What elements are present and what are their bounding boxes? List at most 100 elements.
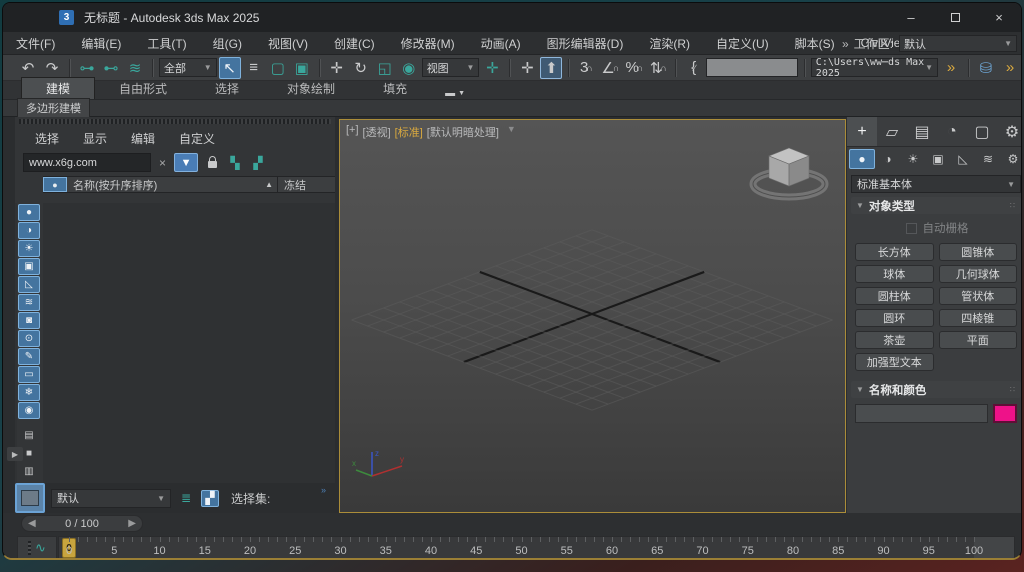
primitive-category-select[interactable]: 标准基本体 ▼ xyxy=(851,175,1021,193)
tab-hierarchy[interactable]: ▤ xyxy=(907,117,937,146)
spinner-snap-toggle[interactable]: ⇅ ∩ xyxy=(647,57,669,79)
tab-motion[interactable]: ◔ xyxy=(937,117,967,146)
menu-item-2[interactable]: 工具(T) xyxy=(134,32,199,55)
filter-helpers-button[interactable]: ◺ xyxy=(18,276,40,293)
use-center-button[interactable]: ✛ xyxy=(481,57,503,79)
filter-xrefs-button[interactable]: ⊙ xyxy=(18,330,40,347)
explorer-menu-3[interactable]: 自定义 xyxy=(169,128,225,149)
mini-curve-editor-button[interactable]: ∿ xyxy=(17,536,57,558)
object-type-rollout[interactable]: ▼ 对象类型 ∷ xyxy=(851,197,1021,214)
menu-item-1[interactable]: 编辑(E) xyxy=(68,32,134,55)
select-manipulate-button[interactable]: ✛ xyxy=(516,57,538,79)
ribbon-panel-polymodeling[interactable]: 多边形建模 xyxy=(17,98,90,118)
explorer-menu-1[interactable]: 显示 xyxy=(73,128,117,149)
workspace-select[interactable]: 默认 ▼ xyxy=(899,35,1017,52)
toolbar-overflow-chevron[interactable]: » xyxy=(940,57,962,79)
bind-spacewarp-button[interactable]: ≋ xyxy=(124,57,146,79)
name-color-rollout[interactable]: ▼ 名称和颜色 ∷ xyxy=(851,381,1021,398)
percent-snap-toggle[interactable]: % ∩ xyxy=(623,57,645,79)
lock-icon[interactable] xyxy=(203,154,221,171)
selection-filter-select[interactable]: 全部 ▼ xyxy=(159,58,217,77)
filter-funnel-button[interactable]: ▼ xyxy=(174,153,199,172)
isolate-selection-button[interactable]: ▞ xyxy=(201,489,219,507)
primitive-button-3[interactable]: 几何球体 xyxy=(938,265,1017,283)
rectangular-region-button[interactable]: ▢ xyxy=(267,57,289,79)
link-button[interactable]: ⊶ xyxy=(76,57,98,79)
ribbon-tab-1[interactable]: 自由形式 xyxy=(95,78,191,99)
timeline-grip[interactable] xyxy=(28,541,32,555)
menu-item-4[interactable]: 视图(V) xyxy=(255,32,321,55)
viewport-shading-menu[interactable]: [默认明暗处理] xyxy=(427,124,499,140)
filter-shapes-button[interactable]: ◑ xyxy=(18,222,40,239)
select-place-button[interactable]: ◉ xyxy=(398,57,420,79)
frozen-column-header[interactable]: 冻结 xyxy=(277,177,335,192)
keyboard-override-toggle[interactable]: ⬆ xyxy=(540,56,563,79)
primitive-button-0[interactable]: 长方体 xyxy=(855,243,934,261)
select-object-button[interactable]: ↖ xyxy=(218,56,241,79)
explorer-search-input[interactable]: www.x6g.com xyxy=(23,153,151,172)
primitive-button-4[interactable]: 圆柱体 xyxy=(855,287,934,305)
object-color-swatch[interactable] xyxy=(993,404,1017,423)
redo-button[interactable]: ↷ xyxy=(41,57,63,79)
primitive-button-6[interactable]: 圆环 xyxy=(855,309,934,327)
explorer-object-list[interactable] xyxy=(43,203,335,483)
undo-button[interactable]: ↶ xyxy=(17,57,39,79)
menu-overflow-chevron[interactable]: » xyxy=(842,37,849,51)
category-systems-button[interactable]: ⚙ xyxy=(1001,149,1021,169)
category-shapes-button[interactable]: ◑ xyxy=(876,149,900,169)
viewcube[interactable] xyxy=(747,140,831,206)
frame-next-icon[interactable]: ▶ xyxy=(128,518,136,529)
menu-item-5[interactable]: 创建(C) xyxy=(321,32,388,55)
menu-item-0[interactable]: 文件(F) xyxy=(3,32,68,55)
viewport-label[interactable]: [+] [透视] [标准] [默认明暗处理] ▼ xyxy=(346,124,516,140)
primitive-button-10[interactable]: 加强型文本 xyxy=(855,353,934,371)
close-button[interactable]: × xyxy=(977,3,1021,32)
ribbon-tab-0[interactable]: 建模 xyxy=(21,77,96,99)
select-rotate-button[interactable]: ↻ xyxy=(350,57,372,79)
primitive-button-7[interactable]: 四棱锥 xyxy=(938,309,1017,327)
category-helpers-button[interactable]: ◺ xyxy=(951,149,975,169)
snap-3d-toggle[interactable]: 3 ∩ xyxy=(575,57,597,79)
primitive-button-9[interactable]: 平面 xyxy=(938,331,1017,349)
named-selection-set-input[interactable] xyxy=(706,58,798,77)
object-name-input[interactable] xyxy=(855,404,988,423)
tab-modify[interactable]: ▱ xyxy=(877,117,907,146)
clear-search-icon[interactable]: × xyxy=(156,156,169,170)
viewport-filter-icon[interactable]: ▼ xyxy=(507,124,516,140)
filter-geometry-button[interactable]: ● xyxy=(18,204,40,221)
perspective-viewport[interactable]: z y x [+] [透视] [标准] [默认明暗处理] ▼ xyxy=(339,119,846,513)
menu-item-9[interactable]: 渲染(R) xyxy=(636,32,703,55)
layers-icon[interactable]: ≣ xyxy=(177,490,195,507)
menu-item-8[interactable]: 图形编辑器(D) xyxy=(534,32,637,55)
tree-view-button[interactable]: ▚ xyxy=(226,154,244,171)
coord-system-select[interactable]: 视图 ▼ xyxy=(421,58,480,77)
primitive-button-8[interactable]: 茶壶 xyxy=(855,331,934,349)
category-spacewarps-button[interactable]: ≋ xyxy=(976,149,1000,169)
type-column-header[interactable]: ● xyxy=(43,177,67,192)
primitive-button-1[interactable]: 圆锥体 xyxy=(938,243,1017,261)
filter-lights-button[interactable]: ☀ xyxy=(18,240,40,257)
project-path-select[interactable]: C:\Users\ww⋯ds Max 2025 ▼ xyxy=(810,57,939,79)
category-lights-button[interactable]: ☀ xyxy=(901,149,925,169)
panel-expand-button[interactable]: ▶ xyxy=(7,447,23,461)
filter-hidden-button[interactable]: ◉ xyxy=(18,402,40,419)
tab-create[interactable]: + xyxy=(847,117,877,146)
primitive-button-2[interactable]: 球体 xyxy=(855,265,934,283)
select-by-name-button[interactable]: ≡ xyxy=(243,57,265,79)
viewport-general-menu[interactable]: [+] xyxy=(346,124,359,140)
tab-utilities[interactable]: ⚙ xyxy=(997,117,1021,146)
viewport-pov-menu[interactable]: [透视] xyxy=(363,124,391,140)
select-move-button[interactable]: ✛ xyxy=(326,57,348,79)
frame-display[interactable]: ◀ 0 / 100 ▶ xyxy=(21,515,143,532)
ribbon-tab-4[interactable]: 填充 xyxy=(359,78,431,99)
filter-spacewarps-button[interactable]: ≋ xyxy=(18,294,40,311)
angle-snap-toggle[interactable]: ∠ ∩ xyxy=(599,57,621,79)
ribbon-tab-2[interactable]: 选择 xyxy=(191,78,263,99)
ribbon-tab-3[interactable]: 对象绘制 xyxy=(263,78,359,99)
menu-item-3[interactable]: 组(G) xyxy=(200,32,255,55)
tab-display[interactable]: ▢ xyxy=(967,117,997,146)
menu-item-6[interactable]: 修改器(M) xyxy=(388,32,468,55)
frame-prev-icon[interactable]: ◀ xyxy=(28,518,36,529)
time-slider-ruler[interactable]: 0 0 5 10 15 20 25 30 35 40 45 50 55 60 65 70 75 80 85 90 95… xyxy=(58,536,1015,558)
primitive-button-5[interactable]: 管状体 xyxy=(938,287,1017,305)
